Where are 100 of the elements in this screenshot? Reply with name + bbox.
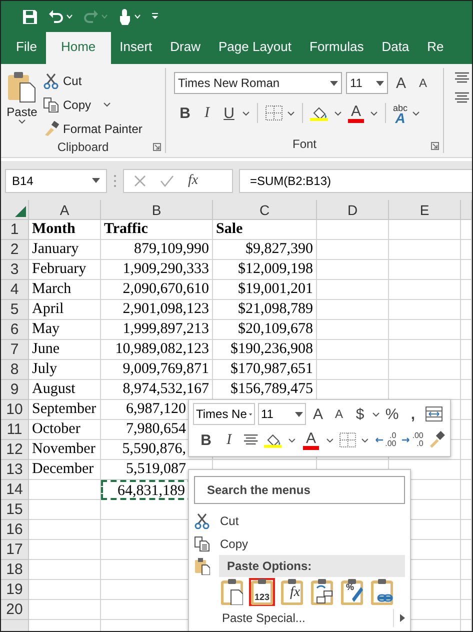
table-cell[interactable]: $9,827,390	[213, 240, 317, 260]
table-cell[interactable]: March	[29, 280, 101, 300]
empty-cell[interactable]	[461, 340, 472, 360]
row-header[interactable]: 10	[1, 400, 29, 420]
formula-field[interactable]: =SUM(B2:B13)	[239, 168, 472, 192]
undo-icon[interactable]	[48, 8, 64, 24]
empty-cell[interactable]	[389, 220, 461, 240]
menu-item[interactable]: Paste Special...	[222, 611, 306, 625]
empty-cell[interactable]	[317, 300, 389, 320]
row-header[interactable]: 12	[1, 440, 29, 460]
empty-cell[interactable]	[317, 260, 389, 280]
empty-cell[interactable]	[317, 360, 389, 380]
shrink-font-button[interactable]: A	[330, 403, 348, 425]
empty-cell[interactable]	[461, 320, 472, 340]
table-cell[interactable]: $170,987,651	[213, 360, 317, 380]
table-cell[interactable]: Traffic	[101, 220, 213, 240]
font-color-button[interactable]: A	[301, 428, 321, 452]
ribbon-tab[interactable]: Insert	[110, 32, 162, 64]
row-header[interactable]: 3	[1, 260, 29, 280]
row-header[interactable]: 6	[1, 320, 29, 340]
fill-color-icon[interactable]	[310, 106, 330, 120]
launcher-icon[interactable]	[153, 143, 161, 151]
borders-icon[interactable]	[265, 105, 283, 121]
launcher-icon[interactable]	[431, 142, 439, 150]
empty-cell[interactable]	[389, 240, 461, 260]
column-header[interactable]: A	[29, 200, 101, 220]
fill-color-icon[interactable]	[264, 432, 284, 448]
increase-decimal-button[interactable]: .0 .00	[374, 432, 396, 448]
table-cell[interactable]: 1,999,897,213	[101, 320, 213, 340]
table-cell[interactable]: 9,009,769,871	[101, 360, 213, 380]
font-size-field[interactable]: 11	[258, 403, 306, 425]
empty-cell[interactable]	[461, 420, 472, 440]
row-header[interactable]: 17	[1, 540, 29, 560]
empty-cell[interactable]	[389, 260, 461, 280]
save-icon[interactable]	[22, 8, 38, 24]
empty-cell[interactable]	[461, 580, 472, 600]
empty-cell[interactable]	[389, 300, 461, 320]
paste-option-button[interactable]	[219, 578, 245, 606]
borders-icon[interactable]	[338, 432, 356, 448]
name-box[interactable]: B14	[5, 168, 107, 192]
empty-cell[interactable]	[461, 400, 472, 420]
empty-cell[interactable]	[389, 320, 461, 340]
shrink-font-button[interactable]: A	[414, 72, 432, 94]
table-cell[interactable]: July	[29, 360, 101, 380]
caret-icon[interactable]	[361, 438, 370, 442]
ribbon-tab[interactable]: Data	[372, 32, 418, 64]
ribbon-tab[interactable]: Home	[46, 32, 111, 64]
empty-cell[interactable]	[461, 560, 472, 580]
paste-option-button[interactable]: 123	[249, 578, 275, 606]
empty-cell[interactable]	[317, 280, 389, 300]
table-cell[interactable]: 10,989,082,123	[101, 340, 213, 360]
wrap-icon[interactable]	[425, 406, 443, 422]
table-cell[interactable]: 1,909,290,333	[101, 260, 213, 280]
italic-button[interactable]: I	[220, 429, 238, 451]
menu-item[interactable]: Cut	[194, 509, 405, 532]
underline-button[interactable]: U	[220, 102, 238, 124]
font-name-field[interactable]: Times New Roman	[174, 72, 342, 94]
row-header[interactable]: 5	[1, 300, 29, 320]
empty-cell[interactable]	[461, 480, 472, 500]
table-cell[interactable]: September	[29, 400, 101, 420]
empty-cell[interactable]	[461, 520, 472, 540]
ribbon-command[interactable]: Cut	[43, 69, 142, 92]
row-header[interactable]: 14	[1, 480, 29, 500]
row-header[interactable]: 15	[1, 500, 29, 520]
caret-icon[interactable]	[242, 110, 250, 116]
empty-cell[interactable]	[461, 260, 472, 280]
row-header[interactable]: 9	[1, 380, 29, 400]
select-all-button[interactable]	[1, 200, 29, 220]
table-cell[interactable]: November	[29, 440, 101, 460]
table-cell[interactable]: Month	[29, 220, 101, 240]
column-header[interactable]: D	[317, 200, 389, 220]
ribbon-tab[interactable]: Formulas	[300, 32, 373, 64]
caret-icon[interactable]	[103, 102, 112, 107]
menu-item[interactable]: Copy	[194, 532, 405, 555]
empty-cell[interactable]	[461, 280, 472, 300]
caret-icon[interactable]	[326, 438, 334, 442]
ribbon-command[interactable]: Copy	[43, 93, 142, 116]
font-name-field[interactable]: Times Ne	[193, 403, 255, 425]
column-header[interactable]: B	[101, 200, 213, 220]
table-cell[interactable]: December	[29, 460, 101, 480]
empty-cell[interactable]	[389, 340, 461, 360]
redo-icon[interactable]	[83, 8, 99, 24]
italic-button[interactable]: I	[198, 102, 216, 124]
table-cell[interactable]: June	[29, 340, 101, 360]
search-field[interactable]: Search the menus	[194, 476, 405, 504]
empty-cell[interactable]	[461, 500, 472, 520]
table-cell[interactable]: 2,901,098,123	[101, 300, 213, 320]
align-icon[interactable]	[243, 434, 259, 446]
phonetic-button[interactable]: abc A	[393, 101, 408, 125]
paste-option-button[interactable]	[369, 578, 395, 606]
table-cell[interactable]: $21,098,789	[213, 300, 317, 320]
table-cell[interactable]: May	[29, 320, 101, 340]
empty-cell[interactable]	[317, 340, 389, 360]
column-header[interactable]	[461, 200, 472, 220]
ribbon-command[interactable]: Format Painter	[43, 117, 142, 140]
customize-icon[interactable]	[151, 13, 159, 20]
cancel-icon[interactable]	[134, 174, 146, 186]
brush-icon[interactable]	[428, 431, 446, 449]
table-cell[interactable]: $19,001,201	[213, 280, 317, 300]
table-cell[interactable]: April	[29, 300, 101, 320]
